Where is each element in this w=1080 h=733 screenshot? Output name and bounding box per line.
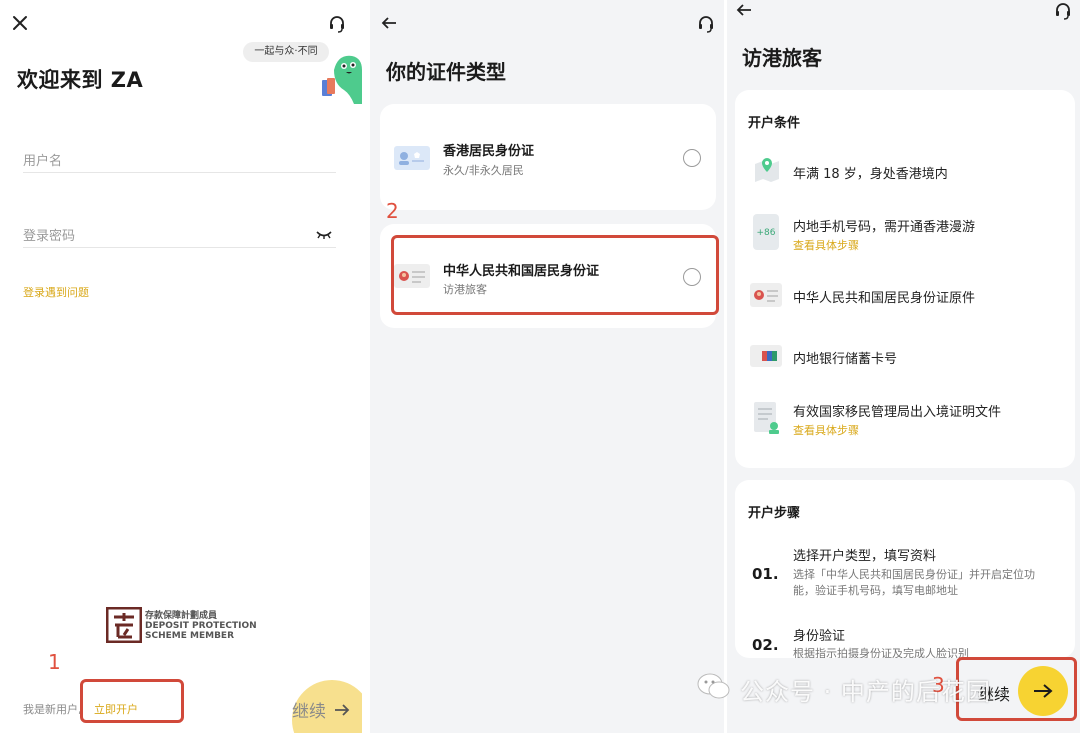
hk-id-option[interactable]: 香港居民身份证 永久/非永久居民 bbox=[380, 104, 716, 210]
step-title: 身份验证 bbox=[793, 629, 846, 644]
welcome-title: 欢迎来到 ZA bbox=[17, 68, 144, 92]
slogan-bubble: 一起与众·不同 bbox=[243, 42, 329, 62]
condition-text: 中华人民共和国居民身份证原件 bbox=[793, 291, 976, 306]
deposit-protection-en-2: SCHEME MEMBER bbox=[145, 631, 235, 641]
page-title: 你的证件类型 bbox=[386, 60, 506, 84]
username-input[interactable]: 用户名 bbox=[23, 150, 62, 169]
view-steps-link[interactable]: 查看具体步骤 bbox=[793, 237, 859, 253]
conditions-card: 开户条件 年满 18 岁，身处香港境内 +86 内地手机号码，需开通香港漫游 查… bbox=[735, 90, 1075, 468]
step-desc-line2: 能，验证手机号码，填写电邮地址 bbox=[793, 584, 958, 597]
conditions-title: 开户条件 bbox=[748, 116, 801, 131]
mascot-illustration bbox=[320, 52, 362, 104]
view-steps-link[interactable]: 查看具体步骤 bbox=[793, 422, 859, 438]
deposit-protection-text: 存款保障計劃成員 DEPOSIT PROTECTION SCHEME MEMBE… bbox=[145, 611, 257, 641]
condition-text: 年满 18 岁，身处香港境内 bbox=[793, 167, 948, 182]
password-input[interactable]: 登录密码 bbox=[23, 225, 75, 244]
username-underline bbox=[23, 172, 336, 173]
step-title: 选择开户类型，填写资料 bbox=[793, 549, 937, 564]
highlight-box-prc-id bbox=[391, 235, 719, 315]
arrow-right-icon bbox=[335, 703, 350, 716]
close-icon[interactable] bbox=[9, 12, 31, 34]
back-arrow-icon[interactable] bbox=[378, 12, 400, 34]
page-title: 访港旅客 bbox=[742, 46, 822, 70]
deposit-protection-zh: 存款保障計劃成員 bbox=[145, 611, 218, 621]
condition-text: 内地银行储蓄卡号 bbox=[793, 352, 898, 367]
highlight-box-open-account bbox=[80, 679, 184, 723]
step-no: 02. bbox=[752, 636, 779, 654]
steps-title: 开户步骤 bbox=[748, 506, 801, 521]
login-problem-link[interactable]: 登录遇到问题 bbox=[23, 284, 89, 300]
new-user-text: 我是新用户, bbox=[23, 703, 82, 716]
customer-service-icon[interactable] bbox=[694, 12, 718, 36]
watermark-text: 公众号 · 中产的后花园 bbox=[740, 678, 991, 706]
step-desc-line1: 选择「中华人民共和国居民身份证」并开启定位功 bbox=[793, 568, 1035, 581]
customer-service-icon[interactable] bbox=[1051, 0, 1075, 22]
step-no: 01. bbox=[752, 565, 779, 583]
phone-icon: +86 bbox=[753, 214, 779, 250]
wechat-icon bbox=[697, 672, 731, 702]
option-name: 香港居民身份证 bbox=[443, 144, 535, 159]
continue-label: 继续 bbox=[292, 702, 326, 722]
back-arrow-icon[interactable] bbox=[733, 0, 755, 20]
hide-password-icon[interactable] bbox=[313, 227, 335, 243]
deposit-protection-en-1: DEPOSIT PROTECTION bbox=[145, 621, 257, 631]
id-card-icon bbox=[750, 283, 782, 307]
condition-text: 有效国家移民管理局出入境证明文件 bbox=[793, 405, 1002, 420]
login-screen: 一起与众·不同 欢迎来到 ZA 用户名 登录密码 登录遇到问题 存款保障計劃成員… bbox=[0, 0, 362, 733]
customer-service-icon[interactable] bbox=[325, 12, 349, 36]
id-type-screen: 你的证件类型 香港居民身份证 永久/非永久居民 2 中华人民共和国居民身份证 访… bbox=[370, 0, 724, 733]
step-desc-line1: 根据指示拍摄身份证及完成人脸识别 bbox=[793, 647, 969, 658]
bank-card-icon bbox=[750, 345, 782, 367]
phone-prefix: +86 bbox=[756, 228, 776, 238]
hk-id-card-icon bbox=[394, 146, 430, 170]
steps-card: 开户步骤 01. 选择开户类型，填写资料 选择「中华人民共和国居民身份证」并开启… bbox=[735, 480, 1075, 658]
radio-button[interactable] bbox=[683, 149, 701, 167]
map-pin-icon bbox=[751, 154, 783, 186]
continue-button[interactable]: 继续 bbox=[292, 697, 350, 722]
document-icon bbox=[752, 400, 782, 436]
visitor-requirements-screen: 访港旅客 开户条件 年满 18 岁，身处香港境内 +86 内地手机号码，需开通香… bbox=[727, 0, 1080, 733]
step-number-2: 2 bbox=[386, 199, 399, 223]
condition-text: 内地手机号码，需开通香港漫游 bbox=[793, 220, 976, 235]
password-underline bbox=[23, 247, 336, 248]
step-number-1: 1 bbox=[48, 650, 61, 674]
deposit-protection-logo bbox=[105, 606, 143, 644]
option-sub: 永久/非永久居民 bbox=[443, 164, 524, 177]
